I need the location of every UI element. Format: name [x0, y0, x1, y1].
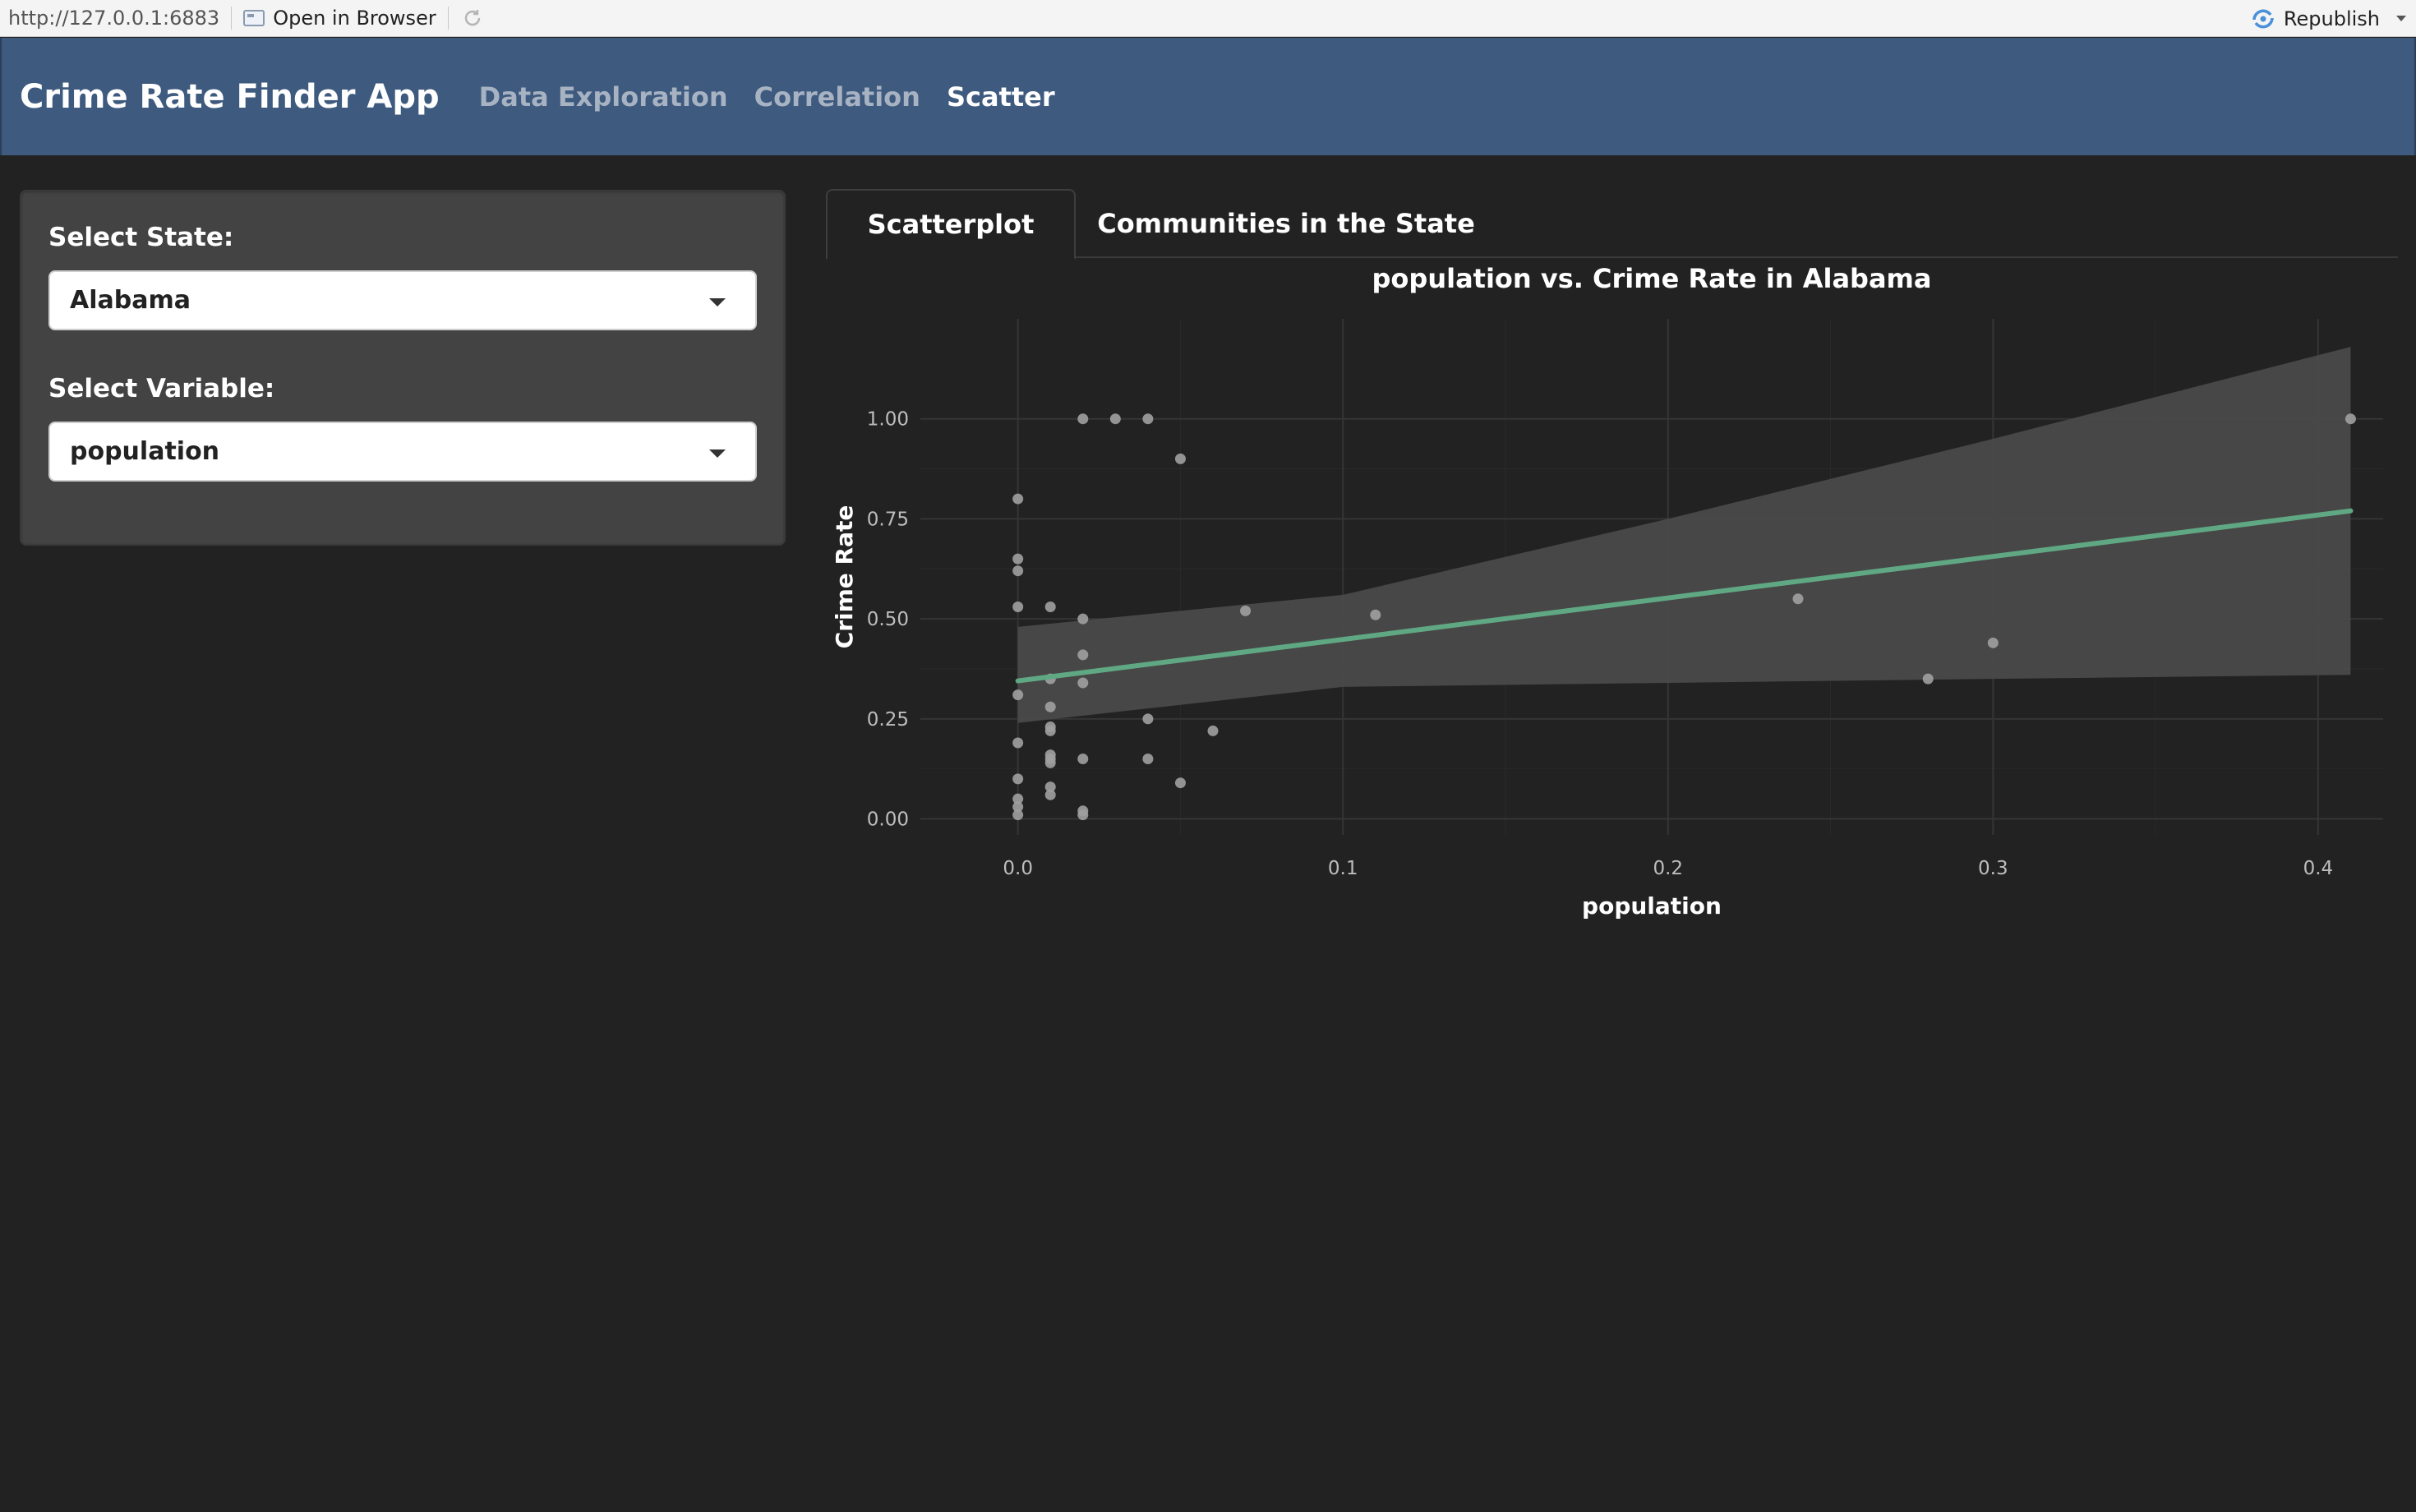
x-tick-label: 0.2 [1653, 858, 1683, 879]
data-point [1012, 553, 1024, 565]
x-tick-label: 0.0 [1003, 858, 1033, 879]
data-point [1044, 789, 1056, 800]
data-point [2345, 413, 2356, 425]
republish-button[interactable]: Republish [2251, 0, 2406, 37]
dropdown-arrow-icon [709, 449, 726, 458]
sidebar-panel: Select State: Alabama Select Variable: p… [20, 190, 786, 546]
data-point [1142, 413, 1154, 425]
data-point [1012, 809, 1024, 821]
open-in-browser-label: Open in Browser [273, 7, 436, 30]
app-title[interactable]: Crime Rate Finder App [20, 78, 440, 116]
data-point [1012, 737, 1024, 749]
data-point [1044, 757, 1056, 768]
data-point [1012, 602, 1024, 613]
data-point [1044, 602, 1056, 613]
chevron-down-icon[interactable] [2396, 16, 2406, 21]
data-point [1077, 809, 1089, 821]
variable-select[interactable]: population [48, 422, 757, 482]
republish-label: Republish [2283, 7, 2380, 30]
y-tick-label: 0.25 [867, 709, 909, 731]
browser-window-icon [243, 10, 265, 26]
data-point [1077, 754, 1089, 765]
tab-communities[interactable]: Communities in the State [1076, 189, 1496, 258]
data-point [1370, 609, 1381, 620]
y-tick-label: 0.50 [867, 609, 909, 630]
open-in-browser-button[interactable]: Open in Browser [243, 7, 436, 30]
data-point [1207, 725, 1219, 736]
y-tick-label: 1.00 [867, 409, 909, 431]
data-point [1012, 493, 1024, 505]
x-tick-label: 0.4 [2303, 858, 2334, 879]
app-navbar: Crime Rate Finder App Data Exploration C… [0, 38, 2416, 155]
data-point [1174, 453, 1186, 464]
data-point [1142, 713, 1154, 725]
chart-title: population vs. Crime Rate in Alabama [1372, 263, 1932, 294]
data-point [1174, 777, 1186, 789]
scatterplot-chart: 0.0 0.1 0.2 0.3 0.4 0.00 0.25 0.50 0.75 1.00 popul… [826, 260, 2398, 925]
tabset: Scatterplot Communities in the State [826, 189, 2398, 260]
data-point [1240, 605, 1252, 616]
data-point [1044, 725, 1056, 736]
url-label: http://127.0.0.1:6883 [8, 7, 220, 30]
dropdown-arrow-icon [709, 298, 726, 307]
nav-scatter[interactable]: Scatter [947, 81, 1055, 113]
y-tick-label: 0.00 [867, 809, 909, 831]
toolbar-divider [231, 7, 233, 30]
data-point [1012, 565, 1024, 577]
data-point [1044, 701, 1056, 712]
state-select-value: Alabama [70, 286, 191, 315]
tab-scatterplot[interactable]: Scatterplot [826, 189, 1076, 260]
data-point [1987, 637, 1999, 648]
data-point [1077, 613, 1089, 625]
viewer-toolbar: http://127.0.0.1:6883 Open in Browser Re… [0, 0, 2416, 37]
toolbar-divider [447, 7, 449, 30]
data-point [1012, 773, 1024, 785]
scatterplot-svg: 0.0 0.1 0.2 0.3 0.4 0.00 0.25 0.50 0.75 1.00 popul… [831, 263, 2383, 920]
x-tick-label: 0.3 [1978, 858, 2008, 879]
data-point [1077, 649, 1089, 661]
variable-select-label: Select Variable: [48, 374, 275, 403]
refresh-icon[interactable] [460, 6, 485, 30]
nav-correlation[interactable]: Correlation [754, 81, 920, 113]
data-point [1077, 413, 1089, 425]
republish-icon [2252, 9, 2274, 28]
variable-select-value: population [70, 437, 220, 466]
nav-data-exploration[interactable]: Data Exploration [479, 81, 728, 113]
data-point [1077, 677, 1089, 689]
data-point [1922, 673, 1934, 685]
y-axis-label: Crime Rate [831, 505, 858, 649]
x-axis-label: population [1582, 892, 1722, 920]
state-select[interactable]: Alabama [48, 270, 757, 330]
data-point [1142, 754, 1154, 765]
x-tick-label: 0.1 [1328, 858, 1358, 879]
y-tick-label: 0.75 [867, 509, 909, 530]
state-select-label: Select State: [48, 223, 234, 252]
data-point [1012, 689, 1024, 701]
data-point [1792, 593, 1804, 605]
data-point [1109, 413, 1121, 425]
